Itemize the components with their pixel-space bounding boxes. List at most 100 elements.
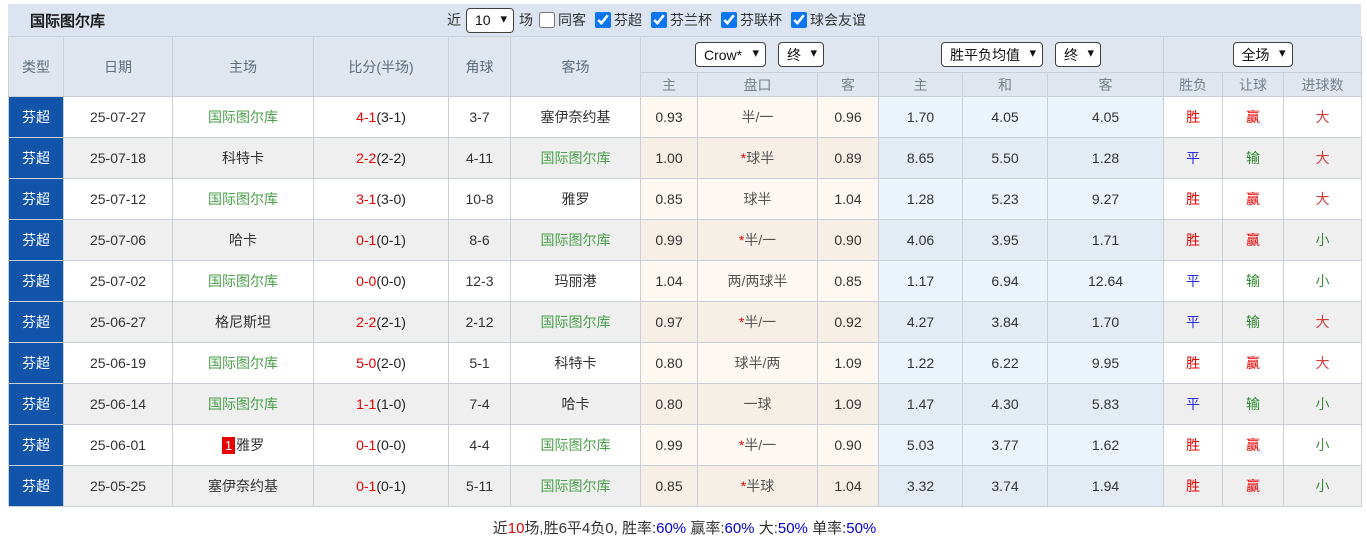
home-team-cell: 国际图尔库 (172, 96, 314, 138)
corner-cell: 3-7 (448, 96, 511, 138)
score-cell: 3-1(3-0) (313, 178, 449, 220)
away-team-cell: 哈卡 (510, 383, 641, 425)
win-rate-label: 胜率: (621, 520, 657, 537)
goals-result-cell: 小 (1283, 383, 1363, 425)
handicap-home-odds: 0.85 (640, 465, 698, 507)
result-cell: 胜 (1163, 96, 1224, 138)
home-team-name[interactable]: 国际图尔库 (208, 396, 278, 412)
home-team-name[interactable]: 雅罗 (236, 437, 264, 453)
away-team-name[interactable]: 玛丽港 (555, 273, 597, 289)
match-date: 25-06-27 (63, 301, 173, 343)
result-text: 胜 (1186, 109, 1201, 125)
handicap-away-odds: 0.85 (816, 260, 880, 302)
recent-count-select-wrap: 10 (466, 7, 514, 33)
avg-away-odds: 12.64 (1047, 260, 1165, 302)
match-date: 25-07-27 (63, 96, 173, 138)
handicap-home-odds: 1.00 (640, 137, 698, 179)
away-team-name[interactable]: 哈卡 (562, 396, 590, 412)
away-team-name[interactable]: 塞伊奈约基 (541, 109, 611, 125)
league-type-badge: 芬超 (8, 260, 64, 302)
handicap-result-cell: 赢 (1222, 342, 1285, 384)
handicap-line-cell: *球半 (697, 137, 818, 179)
odds-company-select[interactable]: Crow* (695, 42, 766, 67)
handicap-away-odds: 0.89 (816, 137, 880, 179)
away-team-cell: 塞伊奈约基 (510, 96, 641, 138)
toolbar: 国际图尔库 近 10 场 同客 芬超 芬兰杯 芬联杯 球会友谊 (8, 4, 1361, 36)
away-team-cell: 雅罗 (510, 178, 641, 220)
competition-label-finnish-premier: 芬超 (614, 12, 642, 28)
avg-home-odds: 5.03 (878, 424, 964, 466)
home-team-name[interactable]: 国际图尔库 (208, 109, 278, 125)
goals-result-cell: 大 (1283, 96, 1363, 138)
avg-draw-odds: 5.23 (962, 178, 1049, 220)
home-team-name[interactable]: 国际图尔库 (208, 191, 278, 207)
handicap-result-text: 赢 (1246, 109, 1261, 125)
handicap-result-text: 赢 (1246, 232, 1261, 248)
handicap-home-odds: 0.85 (640, 178, 698, 220)
competition-checkbox-finnish-premier[interactable] (595, 12, 611, 28)
avg-away-odds: 5.83 (1047, 383, 1165, 425)
away-team-name[interactable]: 雅罗 (562, 191, 590, 207)
halftime-score: (2-1) (376, 314, 406, 330)
result-text: 胜 (1186, 232, 1201, 248)
match-date: 25-07-06 (63, 219, 173, 261)
handicap-line: 半球 (746, 478, 775, 494)
corner-cell: 5-1 (448, 342, 511, 384)
match-date: 25-07-18 (63, 137, 173, 179)
handicap-line-cell: *半/一 (697, 424, 818, 466)
fulltime-score: 3-1 (356, 191, 377, 207)
score-cell: 4-1(3-1) (313, 96, 449, 138)
home-team-name[interactable]: 哈卡 (229, 232, 257, 248)
away-team-name[interactable]: 国际图尔库 (541, 232, 611, 248)
home-team-name[interactable]: 格尼斯坦 (215, 314, 271, 330)
avg-type-select[interactable]: 胜平负均值 (941, 42, 1044, 67)
handicap-result-cell: 赢 (1222, 219, 1285, 261)
goals-result-cell: 小 (1283, 219, 1363, 261)
fulltime-score: 0-1 (356, 437, 377, 453)
home-team-name[interactable]: 科特卡 (222, 150, 264, 166)
col-header-away: 客场 (510, 36, 641, 97)
handicap-result-cell: 输 (1222, 137, 1285, 179)
away-team-name[interactable]: 国际图尔库 (541, 150, 611, 166)
goals-result-cell: 大 (1283, 137, 1363, 179)
competition-checkbox-finnish-league-cup[interactable] (721, 12, 737, 28)
same-venue-checkbox[interactable] (539, 12, 555, 28)
period-select[interactable]: 全场 (1232, 42, 1293, 67)
avg-home-odds: 1.28 (878, 178, 964, 220)
competition-checkbox-finnish-cup[interactable] (651, 12, 667, 28)
handicap-rate-label: 赢率: (686, 520, 725, 537)
table-row: 芬超 25-07-18 科特卡 2-2(2-2) 4-11 国际图尔库 1.00 *球半 0.8… (8, 137, 1363, 179)
handicap-line-cell: *半/一 (697, 301, 818, 343)
big-rate-value: 50% (777, 520, 808, 537)
competition-checkbox-club-friendly[interactable] (791, 12, 807, 28)
handicap-away-odds: 0.92 (816, 301, 880, 343)
col-header-avg-home: 主 (878, 72, 964, 97)
away-team-name[interactable]: 国际图尔库 (541, 478, 611, 494)
away-team-name[interactable]: 国际图尔库 (541, 314, 611, 330)
avg-time-select[interactable]: 终 (1055, 42, 1102, 67)
match-date: 25-06-19 (63, 342, 173, 384)
home-team-name[interactable]: 国际图尔库 (208, 273, 278, 289)
handicap-away-odds: 1.09 (816, 383, 880, 425)
goals-result-cell: 大 (1283, 342, 1363, 384)
matches-label: 场 (519, 12, 533, 28)
avg-odds-group-header: 胜平负均值 终 (878, 36, 1165, 73)
handicap-result-cell: 赢 (1222, 465, 1285, 507)
handicap-line: 半/一 (741, 109, 774, 125)
home-team-name[interactable]: 国际图尔库 (208, 355, 278, 371)
rank-badge: 1 (221, 437, 236, 454)
home-team-name[interactable]: 塞伊奈约基 (208, 478, 278, 494)
away-team-cell: 玛丽港 (510, 260, 641, 302)
match-date: 25-06-01 (63, 424, 173, 466)
league-type-badge: 芬超 (8, 383, 64, 425)
table-row: 芬超 25-07-02 国际图尔库 0-0(0-0) 12-3 玛丽港 1.04 两/两球半 0… (8, 260, 1363, 302)
odds-time-select[interactable]: 终 (778, 42, 824, 67)
away-team-name[interactable]: 科特卡 (555, 355, 597, 371)
away-team-name[interactable]: 国际图尔库 (541, 437, 611, 453)
recent-count-select[interactable]: 10 (466, 7, 514, 33)
avg-draw-odds: 5.50 (962, 137, 1049, 179)
score-cell: 1-1(1-0) (313, 383, 449, 425)
handicap-result-text: 输 (1246, 396, 1261, 412)
handicap-line: 球半 (746, 150, 775, 166)
score-cell: 5-0(2-0) (313, 342, 449, 384)
